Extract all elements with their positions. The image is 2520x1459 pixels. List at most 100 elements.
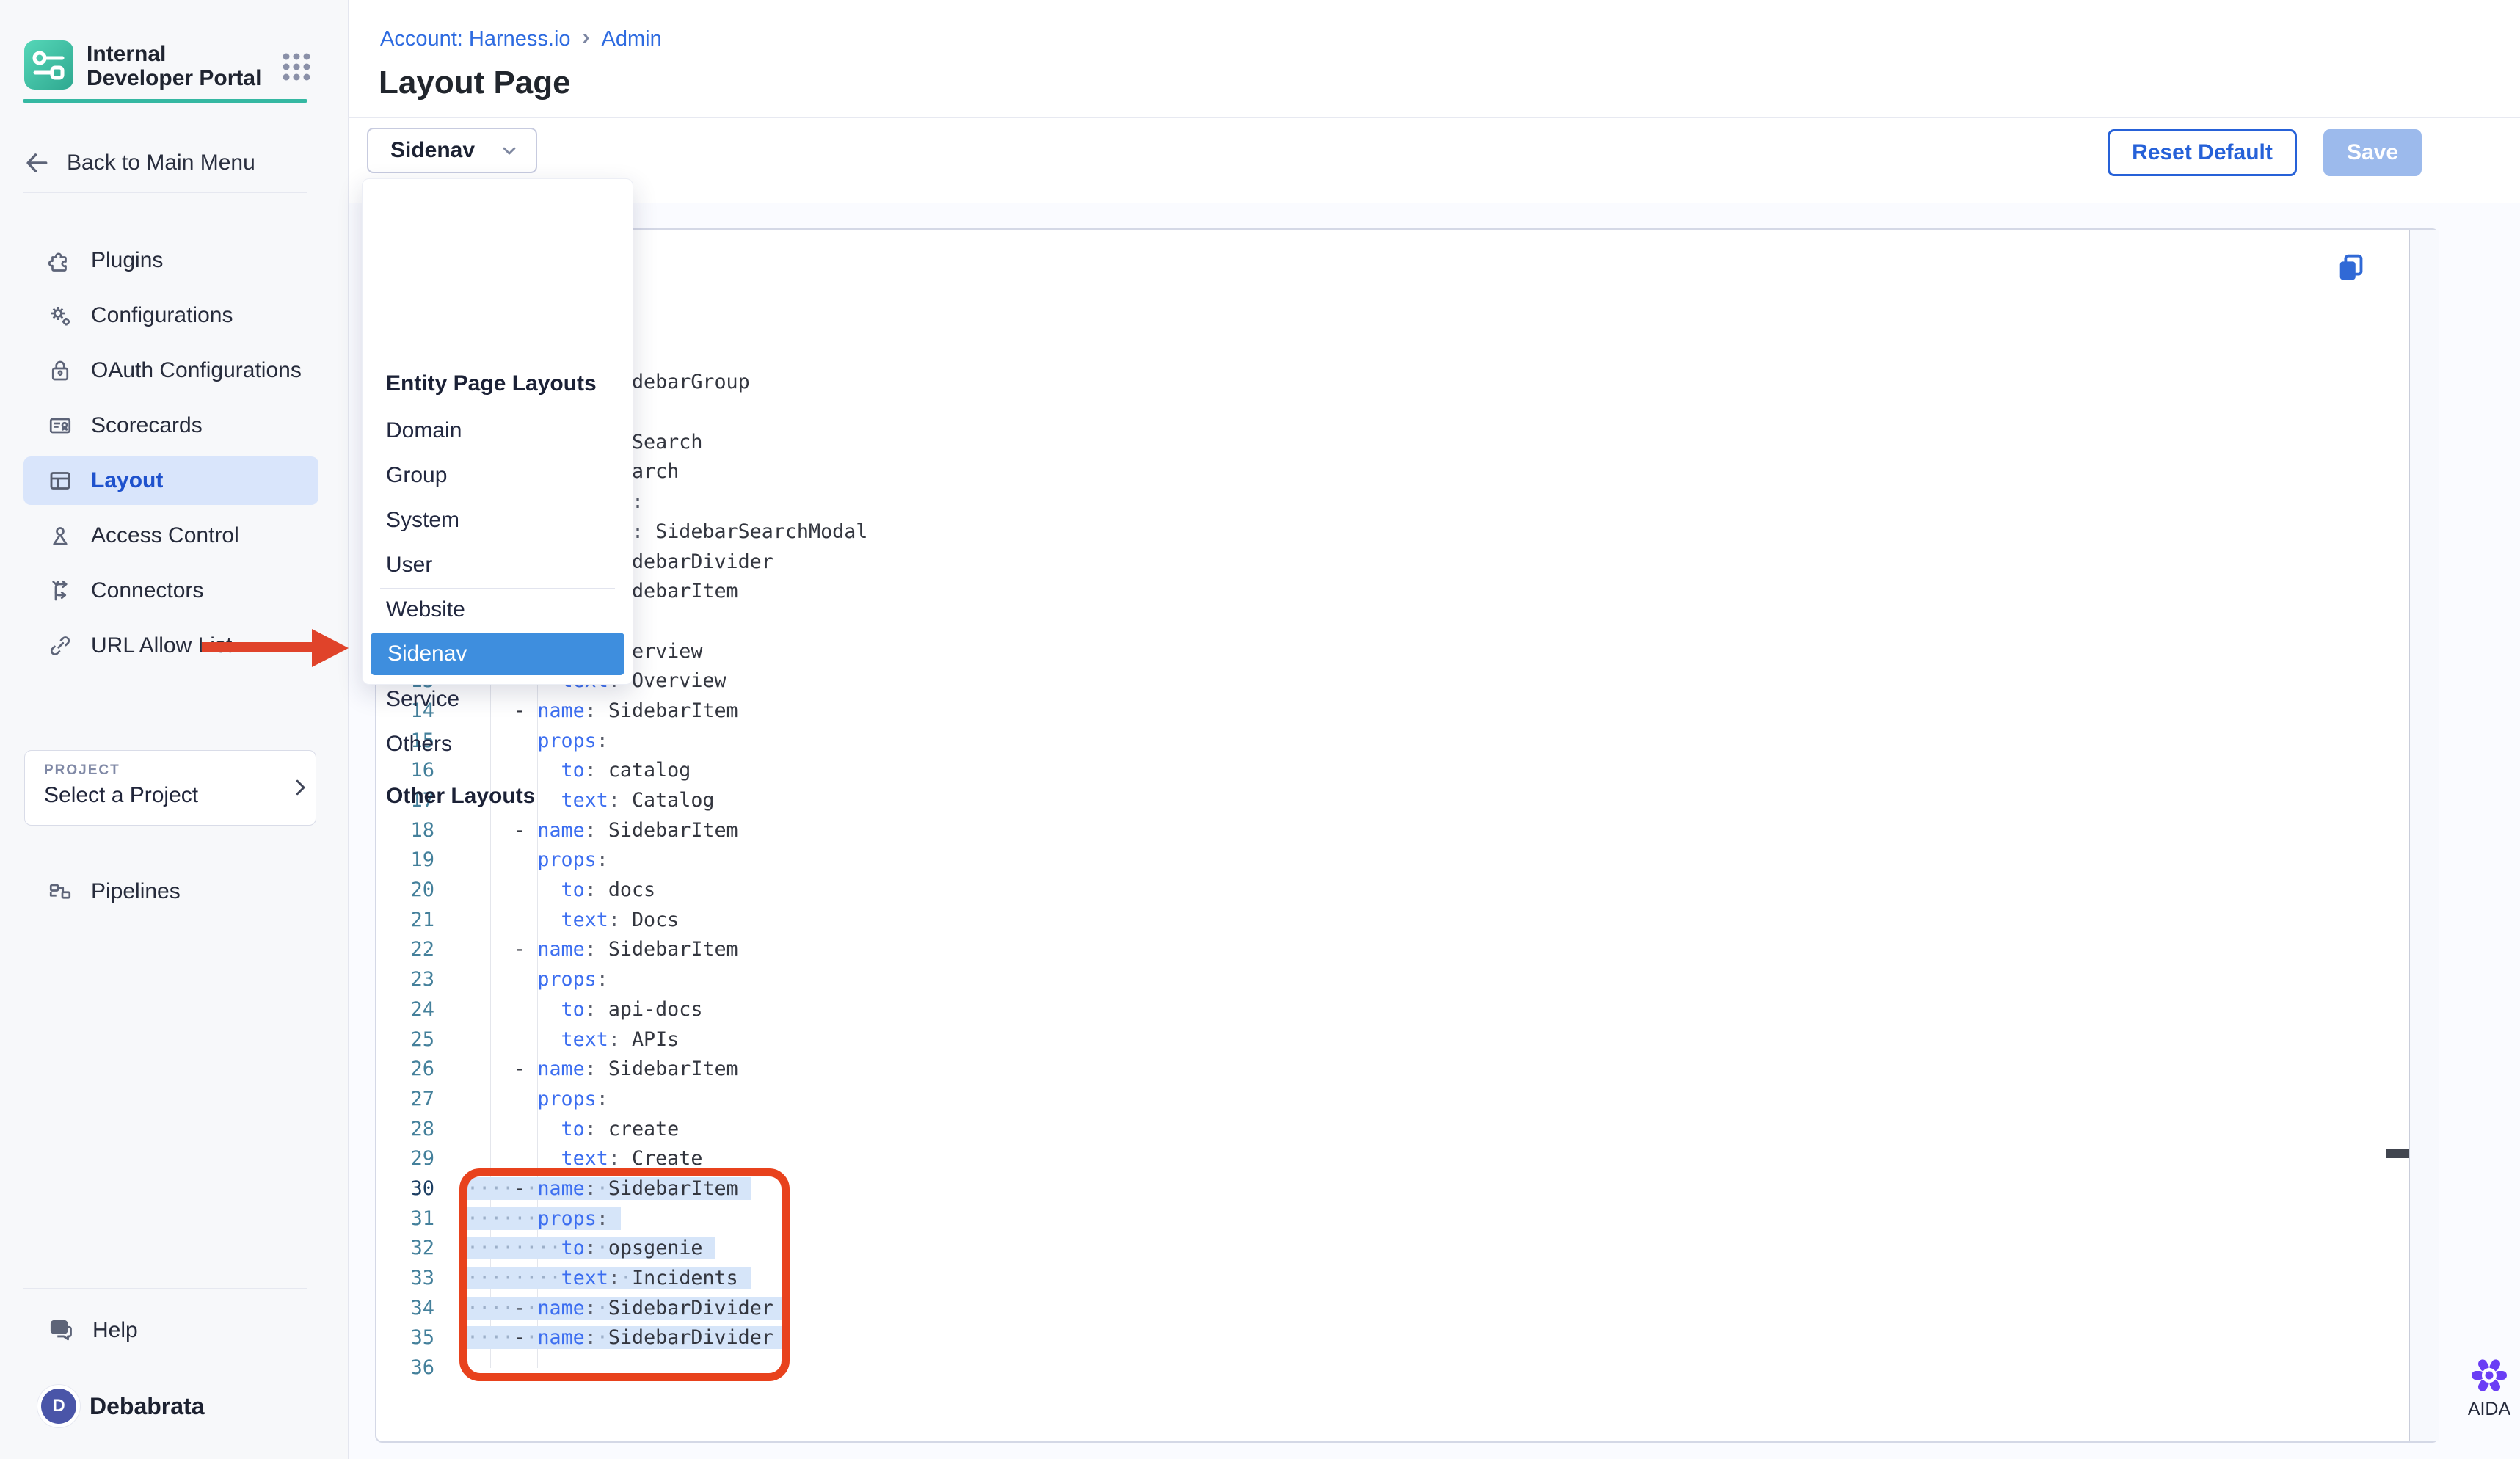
sidebar-item-label: Configurations — [91, 303, 233, 328]
help-label: Help — [92, 1318, 138, 1343]
code-line[interactable]: props: — [467, 1085, 867, 1115]
sidebar-item-connectors[interactable]: Connectors — [23, 565, 318, 616]
divider — [23, 192, 307, 193]
sidebar-item-label: Connectors — [91, 578, 203, 603]
menu-item-user[interactable]: User — [363, 544, 633, 586]
code-line[interactable]: props: — [467, 965, 867, 995]
line-number: 28 — [375, 1115, 434, 1145]
svg-text:?: ? — [57, 1322, 62, 1333]
save-button[interactable]: Save — [2323, 129, 2422, 176]
back-to-main-menu[interactable]: Back to Main Menu — [23, 144, 309, 182]
sidebar-item-pipelines[interactable]: Pipelines — [23, 866, 318, 917]
user-menu[interactable]: D Debabrata — [41, 1389, 205, 1424]
sidebar-item-configurations[interactable]: Configurations — [23, 290, 318, 341]
line-number: 20 — [375, 876, 434, 906]
app-grid-icon[interactable] — [281, 51, 312, 82]
divider — [348, 117, 2520, 118]
editor-scroll-marker — [2386, 1149, 2409, 1158]
aida-label: AIDA — [2460, 1399, 2519, 1420]
connectors-icon — [47, 578, 73, 604]
annotation-highlight-box — [459, 1168, 790, 1381]
menu-item-group[interactable]: Group — [363, 454, 633, 497]
aida-button[interactable]: AIDA — [2460, 1355, 2519, 1420]
line-number: 21 — [375, 906, 434, 936]
menu-item-service[interactable]: Service — [363, 678, 633, 721]
line-number: 24 — [375, 995, 434, 1025]
project-label: PROJECT — [44, 763, 120, 779]
breadcrumb-account-link[interactable]: Account: Harness.io — [380, 27, 571, 51]
puzzle-icon — [47, 247, 73, 274]
line-number: 31 — [375, 1204, 434, 1234]
screen: Internal Developer Portal Back to Main M… — [0, 0, 2520, 1459]
line-number: 22 — [375, 935, 434, 965]
user-name: Debabrata — [90, 1393, 205, 1420]
breadcrumb-admin-link[interactable]: Admin — [602, 27, 662, 51]
back-label: Back to Main Menu — [67, 150, 255, 175]
menu-item-system[interactable]: System — [363, 499, 633, 542]
app-logo-icon — [24, 40, 73, 90]
lock-icon — [47, 357, 73, 384]
sidebar-item-label: Layout — [91, 468, 163, 493]
menu-divider — [380, 588, 615, 589]
code-line[interactable]: to: api-docs — [467, 995, 867, 1025]
sidebar-item-label: Pipelines — [91, 879, 181, 904]
code-line[interactable]: to: create — [467, 1115, 867, 1145]
person-icon — [47, 523, 73, 549]
code-line[interactable]: - name: SidebarItem — [467, 816, 867, 846]
brand-underline — [23, 99, 307, 103]
link-icon — [47, 633, 73, 659]
editor-scrollbar[interactable] — [2409, 230, 2439, 1441]
app-title: Internal Developer Portal — [87, 42, 270, 90]
page-title: Layout Page — [379, 65, 571, 101]
line-number: 18 — [375, 816, 434, 846]
copy-icon[interactable] — [2335, 251, 2369, 285]
chevron-right-icon: › — [583, 25, 590, 50]
help-chat-icon: ? — [47, 1317, 75, 1345]
code-line[interactable]: - name: SidebarItem — [467, 935, 867, 965]
line-number: 35 — [375, 1323, 434, 1353]
chevron-right-icon — [289, 774, 311, 801]
avatar: D — [41, 1389, 76, 1424]
code-line[interactable]: - name: SidebarItem — [467, 1055, 867, 1085]
line-number: 34 — [375, 1294, 434, 1324]
line-number: 29 — [375, 1144, 434, 1174]
menu-item-website[interactable]: Website — [363, 589, 633, 631]
project-value: Select a Project — [44, 783, 198, 808]
sidebar-item-help[interactable]: ? Help — [23, 1305, 318, 1356]
sidebar-item-layout[interactable]: Layout — [23, 456, 318, 505]
sidebar-item-access-control[interactable]: Access Control — [23, 510, 318, 561]
breadcrumb: Account: Harness.io › Admin — [380, 26, 662, 51]
layout-select-menu: Entity Page Layouts Domain Group System … — [362, 178, 633, 685]
reset-default-button[interactable]: Reset Default — [2108, 129, 2297, 176]
layout-select-value: Sidenav — [390, 138, 475, 163]
sidebar-item-plugins[interactable]: Plugins — [23, 235, 318, 286]
project-selector[interactable]: PROJECT Select a Project — [24, 750, 316, 826]
sidebar-item-label: OAuth Configurations — [91, 358, 302, 383]
sidebar: Internal Developer Portal Back to Main M… — [0, 0, 349, 1459]
sidebar-item-scorecards[interactable]: Scorecards — [23, 400, 318, 451]
menu-group-header: Entity Page Layouts — [386, 371, 597, 396]
code-line[interactable]: text: Docs — [467, 906, 867, 936]
line-number: 23 — [375, 965, 434, 995]
layout-icon — [47, 467, 73, 494]
line-number: 25 — [375, 1025, 434, 1055]
sidebar-item-oauth-configurations[interactable]: OAuth Configurations — [23, 345, 318, 396]
line-number: 32 — [375, 1234, 434, 1264]
pipelines-icon — [47, 878, 73, 905]
line-number: 27 — [375, 1085, 434, 1115]
menu-item-others[interactable]: Others — [363, 723, 633, 765]
code-line[interactable]: to: docs — [467, 876, 867, 906]
scorecard-icon — [47, 412, 73, 439]
sidebar-item-label: Access Control — [91, 523, 239, 548]
code-line[interactable]: props: — [467, 845, 867, 876]
menu-item-sidenav[interactable]: Sidenav — [371, 633, 624, 675]
arrow-left-icon — [23, 149, 51, 177]
line-number: 19 — [375, 845, 434, 876]
layout-select-dropdown[interactable]: Sidenav — [367, 128, 537, 173]
menu-item-domain[interactable]: Domain — [363, 410, 633, 452]
sidebar-item-label: Scorecards — [91, 413, 203, 438]
chevron-down-icon — [499, 140, 520, 161]
menu-group-header: Other Layouts — [386, 784, 535, 809]
line-number: 26 — [375, 1055, 434, 1085]
code-line[interactable]: text: APIs — [467, 1025, 867, 1055]
